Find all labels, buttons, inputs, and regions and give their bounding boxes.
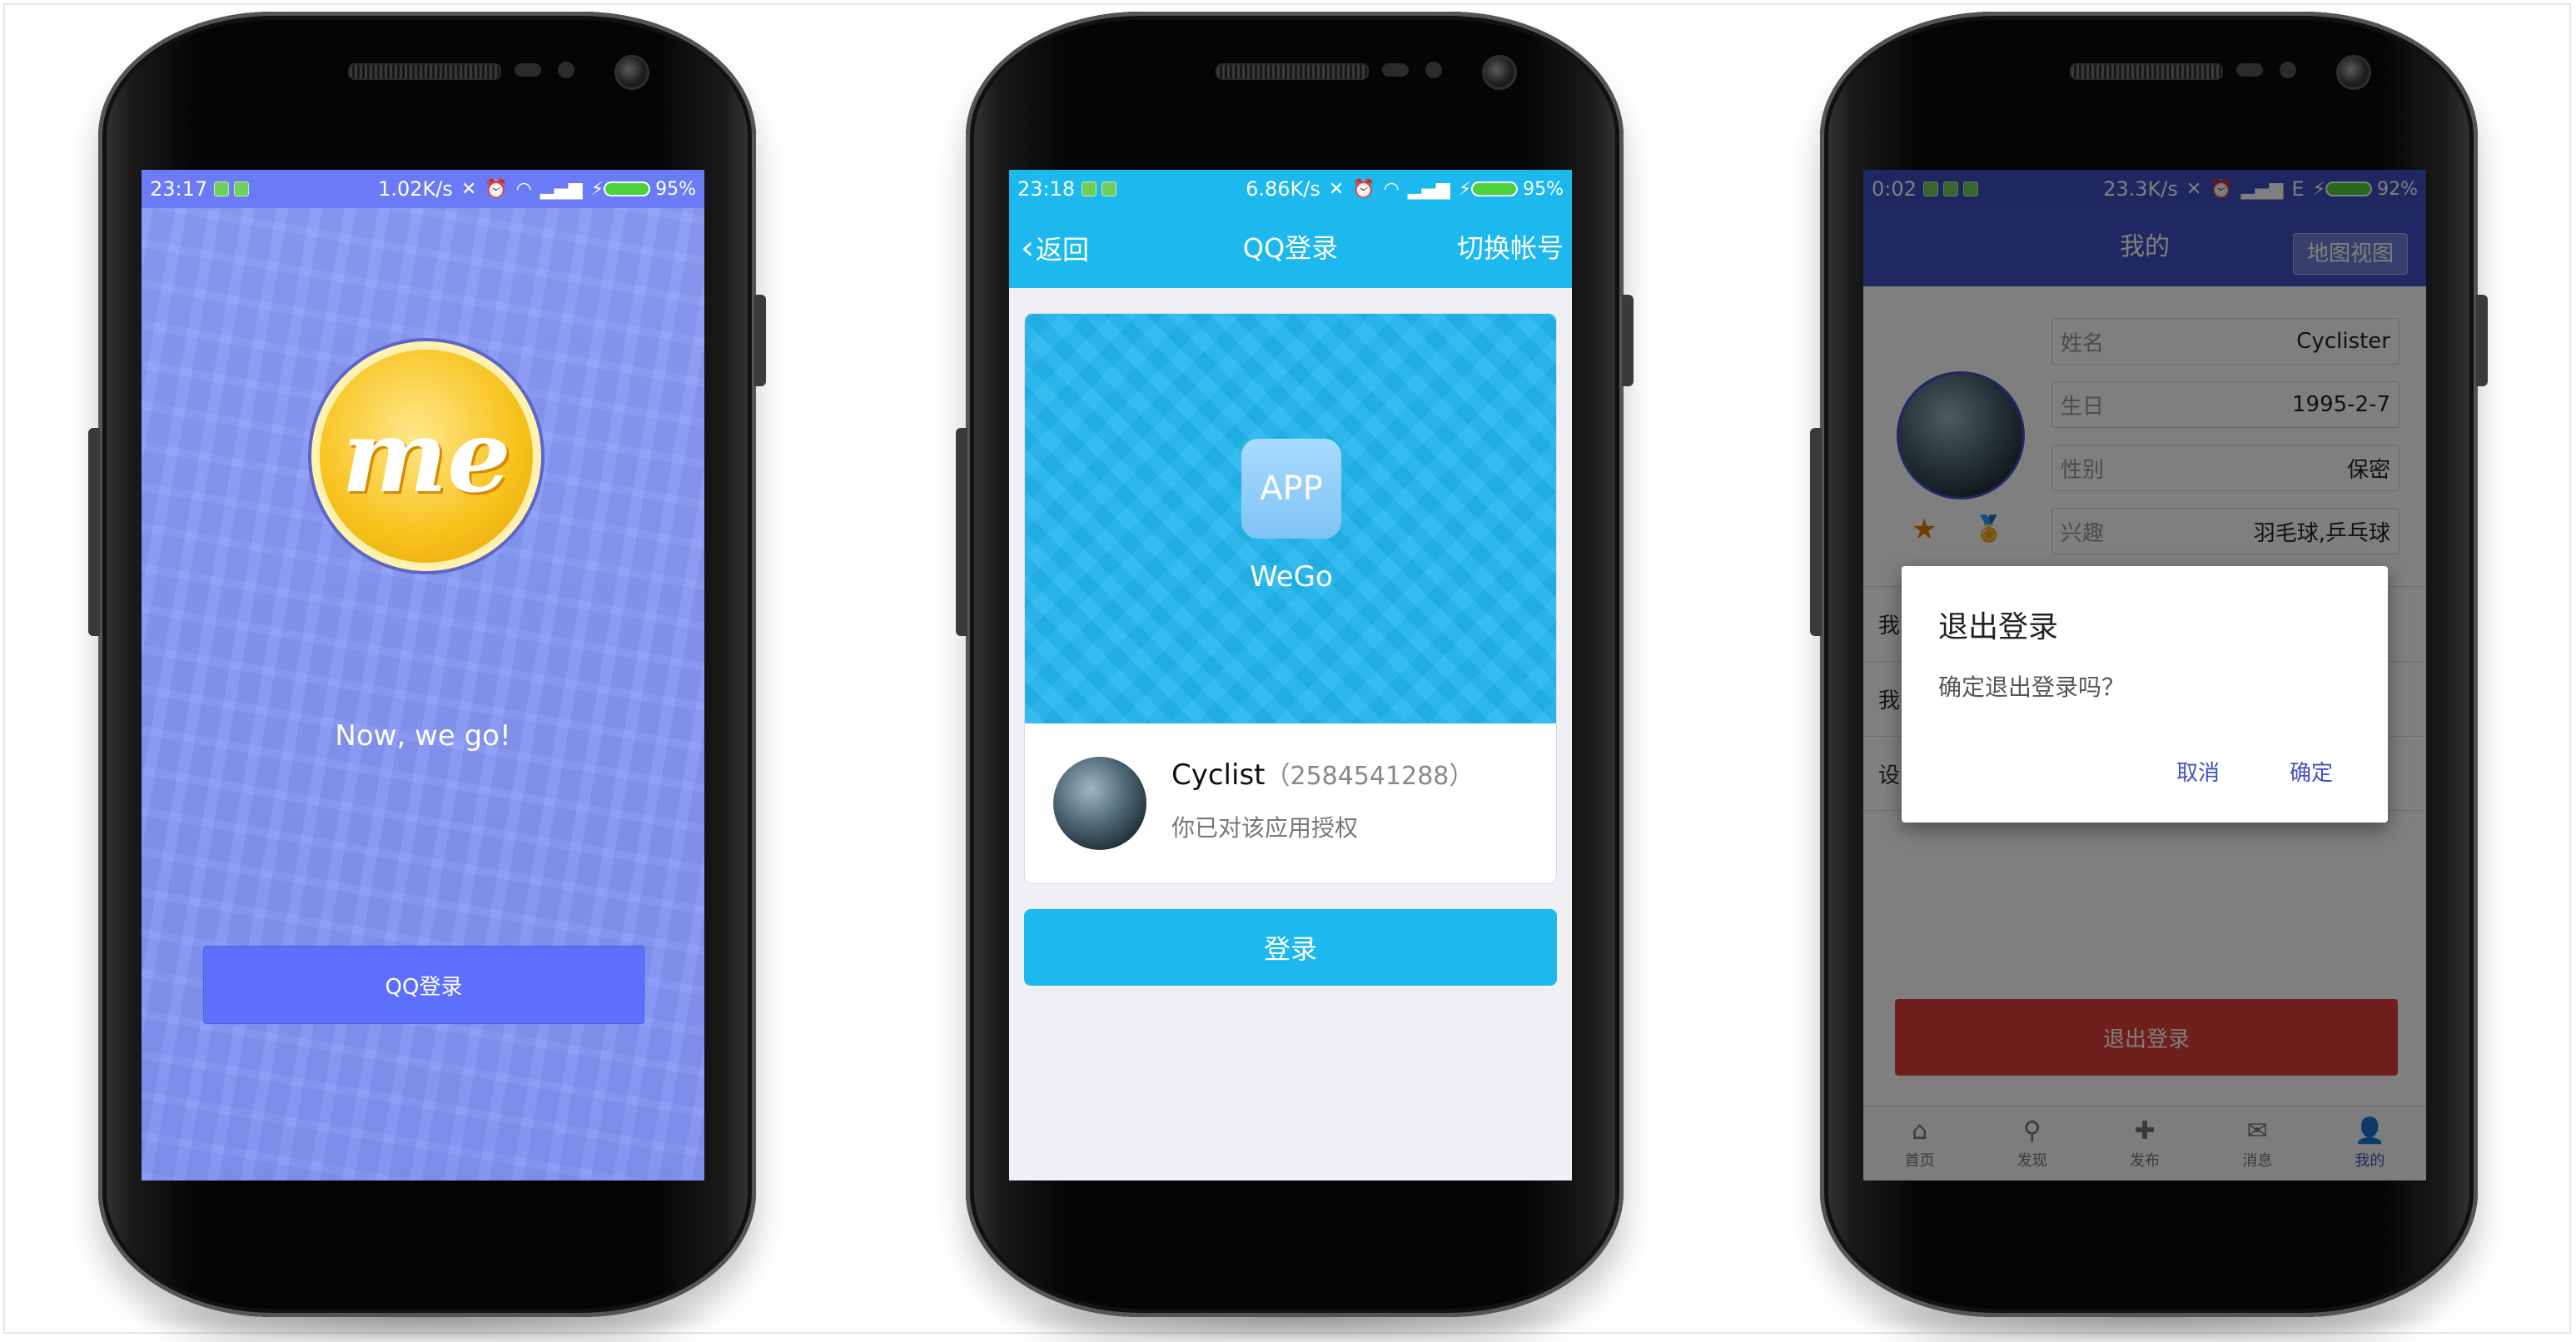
phone-qq-auth: 23:18 6.86K/s ✕ ⏰ ◠ ▂▄▆ ⚡ 95% ‹ 返回 QQ登录 … (956, 12, 1634, 1342)
phone-splash: 23:17 1.02K/s ✕ ⏰ ◠ ▂▄▆ ⚡ 95% me Now, we… (88, 12, 766, 1342)
notification-icon (1102, 181, 1117, 196)
status-bar: 23:17 1.02K/s ✕ ⏰ ◠ ▂▄▆ ⚡ 95% (142, 170, 704, 208)
alarm-icon: ⏰ (485, 178, 508, 200)
logo-lettering: me (341, 397, 511, 515)
splash-screen: 23:17 1.02K/s ✕ ⏰ ◠ ▂▄▆ ⚡ 95% me Now, we… (142, 170, 704, 1180)
battery-icon (604, 181, 651, 196)
battery-icon (1471, 181, 1519, 196)
proximity-sensor (2236, 63, 2263, 77)
battery-indicator: ⚡ 95% (1459, 179, 1564, 200)
user-qq-id: （2584541288） (1265, 762, 1474, 791)
earpiece-speaker (2070, 63, 2223, 80)
switch-account-button[interactable]: 切换帐号 (1457, 208, 1564, 288)
charging-icon: ⚡ (1458, 178, 1472, 200)
earpiece-speaker (348, 63, 501, 80)
app-banner: APP WeGo (1025, 314, 1556, 723)
volume-button (1810, 428, 1822, 636)
volume-button (956, 428, 967, 636)
confirm-button[interactable]: 确定 (2290, 756, 2333, 787)
dialog-message: 确定退出登录吗？ (1938, 673, 2126, 701)
login-button[interactable]: 登录 (1024, 909, 1557, 986)
auth-card: APP WeGo Cyclist（2584541288） 你已对该应用授权 (1024, 313, 1557, 884)
alarm-icon: ⏰ (1352, 178, 1375, 200)
front-camera (2336, 55, 2371, 90)
dialog-title: 退出登录 (1938, 610, 2059, 644)
app-name: WeGo (1250, 560, 1333, 594)
battery-percent: 95% (1523, 178, 1564, 200)
power-button (754, 295, 766, 386)
signal-icon: ▂▄▆ (540, 178, 583, 200)
nav-bar: ‹ 返回 QQ登录 切换帐号 (1009, 208, 1572, 288)
status-right: 1.02K/s ✕ ⏰ ◠ ▂▄▆ ⚡ 95% (378, 177, 696, 201)
battery-indicator: ⚡ 95% (591, 179, 696, 200)
qq-login-screen: 23:18 6.86K/s ✕ ⏰ ◠ ▂▄▆ ⚡ 95% ‹ 返回 QQ登录 … (1009, 170, 1572, 1180)
status-bar: 23:18 6.86K/s ✕ ⏰ ◠ ▂▄▆ ⚡ 95% (1009, 170, 1572, 208)
network-speed: 6.86K/s (1246, 177, 1320, 201)
slogan-text: Now, we go! (335, 719, 511, 753)
wifi-icon: ◠ (1383, 178, 1400, 200)
front-camera (614, 55, 649, 90)
status-time: 23:18 (1017, 177, 1076, 201)
proximity-sensor (515, 63, 541, 77)
profile-screen: 0:02 23.3K/s ✕ ⏰ ▂▄▆ E ⚡ 92% 我的 地图视图 (1863, 170, 2426, 1180)
front-camera (1482, 55, 1517, 90)
logout-dialog: 退出登录 确定退出登录吗？ 取消 确定 (1902, 566, 2388, 823)
wego-logo: me (308, 338, 545, 574)
vibrate-off-icon: ✕ (1328, 178, 1345, 200)
vibrate-off-icon: ✕ (460, 178, 477, 200)
user-name: Cyclist (1171, 758, 1266, 792)
light-sensor (558, 62, 574, 78)
qq-login-button[interactable]: QQ登录 (203, 946, 644, 1024)
power-button (2476, 295, 2488, 386)
earpiece-speaker (1216, 63, 1369, 80)
network-speed: 1.02K/s (378, 177, 453, 201)
volume-button (88, 428, 100, 636)
status-right: 6.86K/s ✕ ⏰ ◠ ▂▄▆ ⚡ 95% (1246, 177, 1564, 201)
battery-percent: 95% (655, 178, 696, 200)
power-button (1622, 295, 1634, 386)
cancel-button[interactable]: 取消 (2176, 756, 2220, 787)
status-time: 23:17 (150, 177, 208, 201)
light-sensor (1425, 62, 1442, 78)
charging-icon: ⚡ (590, 178, 604, 200)
proximity-sensor (1382, 63, 1409, 77)
user-name-line: Cyclist（2584541288） (1171, 755, 1474, 792)
phone-profile: 0:02 23.3K/s ✕ ⏰ ▂▄▆ E ⚡ 92% 我的 地图视图 (1810, 12, 2488, 1342)
notification-icon (1082, 181, 1097, 196)
notification-icon (234, 181, 250, 196)
notification-icon (214, 181, 230, 196)
auth-status-text: 你已对该应用授权 (1171, 814, 1359, 842)
light-sensor (2280, 62, 2296, 78)
avatar (1053, 757, 1146, 850)
signal-icon: ▂▄▆ (1407, 178, 1450, 200)
app-icon: APP (1241, 439, 1341, 539)
wifi-icon: ◠ (515, 178, 532, 200)
